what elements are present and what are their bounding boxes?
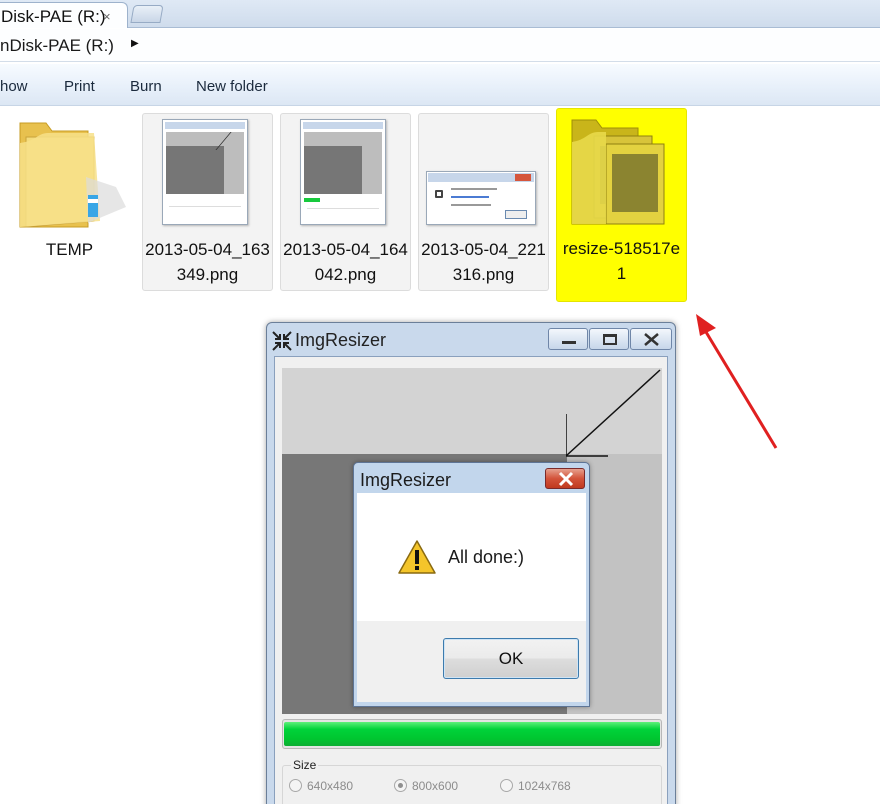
dialog-title: ImgResizer bbox=[360, 470, 452, 490]
size-option-800x600[interactable]: 800x600 bbox=[394, 779, 458, 793]
file-item-resize-folder[interactable]: resize-518517e1 bbox=[556, 108, 687, 302]
address-bar[interactable]: nDisk-PAE (R:) ▶ bbox=[0, 29, 880, 62]
progress-fill bbox=[284, 722, 660, 746]
new-tab-button[interactable] bbox=[130, 5, 164, 23]
toolbar-slideshow[interactable]: how bbox=[0, 78, 28, 95]
resize-diagonal-arrow-icon bbox=[566, 369, 661, 457]
command-toolbar: how Print Burn New folder bbox=[0, 64, 880, 106]
maximize-icon bbox=[603, 334, 617, 345]
breadcrumb-arrow-icon[interactable]: ▶ bbox=[131, 38, 139, 49]
folder-icon bbox=[571, 119, 665, 225]
file-item-png-2[interactable]: 2013-05-04_164042.png bbox=[280, 113, 411, 291]
warning-icon bbox=[398, 540, 436, 574]
tab-close-icon[interactable]: × bbox=[103, 9, 111, 24]
maximize-button[interactable] bbox=[589, 328, 629, 350]
message-dialog: ImgResizer All done:) OK bbox=[353, 462, 590, 707]
dialog-close-button[interactable] bbox=[545, 468, 585, 489]
file-name: 2013-05-04_221316.png bbox=[421, 240, 546, 284]
close-icon bbox=[644, 333, 659, 346]
ok-button[interactable]: OK bbox=[443, 638, 579, 679]
file-name: TEMP bbox=[45, 240, 94, 259]
file-name: 2013-05-04_164042.png bbox=[283, 240, 408, 284]
annotation-arrow-icon bbox=[696, 314, 778, 449]
size-option-640x480[interactable]: 640x480 bbox=[289, 779, 353, 793]
toolbar-print[interactable]: Print bbox=[64, 78, 95, 95]
minimize-icon bbox=[562, 341, 576, 344]
dialog-message: All done:) bbox=[448, 547, 525, 567]
minimize-button[interactable] bbox=[548, 328, 588, 350]
file-item-png-1[interactable]: 2013-05-04_163349.png bbox=[142, 113, 273, 291]
image-thumbnail bbox=[162, 119, 253, 225]
radio-icon bbox=[289, 779, 302, 792]
image-thumbnail bbox=[426, 171, 536, 225]
folder-icon bbox=[19, 122, 126, 228]
size-option-1024x768[interactable]: 1024x768 bbox=[500, 779, 571, 793]
dialog-body: All done:) bbox=[357, 493, 586, 621]
size-group-label: Size bbox=[291, 758, 319, 772]
resize-arrows-icon bbox=[272, 331, 292, 351]
image-thumbnail bbox=[300, 119, 386, 225]
size-group: Size 640x480 800x600 1024x768 bbox=[282, 758, 662, 804]
address-path[interactable]: nDisk-PAE (R:) bbox=[0, 36, 114, 56]
close-icon bbox=[558, 471, 574, 487]
explorer-tab[interactable]: Disk-PAE (R:) × bbox=[0, 2, 128, 28]
tab-title: Disk-PAE (R:) bbox=[1, 7, 106, 26]
file-item-png-3[interactable]: 2013-05-04_221316.png bbox=[418, 113, 549, 291]
toolbar-new-folder[interactable]: New folder bbox=[196, 78, 268, 95]
dialog-footer: OK bbox=[357, 621, 586, 702]
file-name: resize-518517e1 bbox=[562, 239, 681, 283]
file-name: 2013-05-04_163349.png bbox=[145, 240, 270, 284]
file-item-temp[interactable]: TEMP bbox=[4, 113, 135, 291]
radio-icon bbox=[500, 779, 513, 792]
window-title: ImgResizer bbox=[295, 330, 387, 350]
close-button[interactable] bbox=[630, 328, 672, 350]
radio-icon bbox=[394, 779, 407, 792]
progress-bar bbox=[282, 719, 662, 749]
tab-bar: Disk-PAE (R:) × bbox=[0, 0, 880, 28]
toolbar-burn[interactable]: Burn bbox=[130, 78, 162, 95]
